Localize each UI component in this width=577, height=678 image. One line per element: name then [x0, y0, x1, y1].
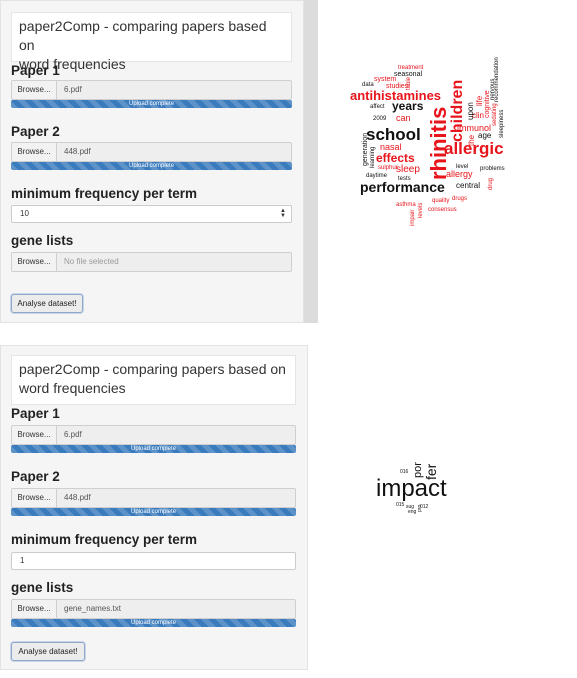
wordcloud-word: central — [456, 181, 481, 190]
app-title-line1: paper2Comp - comparing papers based on — [19, 18, 267, 53]
wordcloud-word: can — [396, 113, 411, 123]
wordcloud-top: treatment seasonal system studies data a… — [340, 57, 520, 230]
gene-progress-bar: Upload complete — [11, 619, 296, 627]
gene-lists-label: gene lists — [11, 580, 74, 595]
wordcloud-word: sleep — [396, 164, 420, 175]
wordcloud-word: effects — [376, 151, 415, 165]
paper2-file-name: 448.pdf — [57, 142, 292, 162]
analyse-button[interactable]: Analyse dataset! — [11, 294, 83, 313]
wordcloud-word: performance — [360, 179, 445, 195]
wordcloud-word: sleepiness — [499, 109, 505, 138]
wordcloud-word: recommendation — [494, 57, 500, 102]
app-title-line2: word frequencies — [19, 380, 126, 396]
gene-lists-label: gene lists — [11, 233, 74, 248]
wordcloud-word: affect — [370, 104, 385, 110]
paper2-file-name: 448.pdf — [57, 488, 296, 508]
app-title: paper2Comp - comparing papers based on w… — [11, 12, 292, 72]
wordcloud-word: 015 — [396, 502, 405, 508]
paper2-progress-text: Upload complete — [130, 509, 177, 515]
paper1-progress-bar: Upload complete — [11, 100, 292, 108]
wordcloud-word: system — [374, 76, 397, 83]
wordcloud-word: eng — [408, 509, 417, 515]
gene-file-input[interactable]: Browse... gene_names.txt — [11, 599, 296, 619]
paper2-browse-button[interactable]: Browse... — [11, 142, 57, 162]
gene-browse-button[interactable]: Browse... — [11, 599, 57, 619]
app-title-bottom: paper2Comp - comparing papers based on w… — [11, 355, 296, 405]
wordcloud-word: school — [366, 125, 421, 144]
gene-browse-button[interactable]: Browse... — [11, 252, 57, 272]
wordcloud-bottom: por fer 016 impact 015 sug eng 012 pro — [370, 450, 480, 530]
app-title-line1: paper2Comp - comparing papers based on — [19, 361, 286, 377]
wordcloud-word: children — [449, 79, 466, 142]
minfreq-label: minimum frequency per term — [11, 532, 198, 547]
spinner-icon[interactable]: ▲ ▼ — [280, 208, 286, 219]
wordcloud-word: age — [478, 131, 492, 140]
gene-file-input[interactable]: Browse... No file selected — [11, 252, 292, 272]
paper2-progress-bar: Upload complete — [11, 162, 292, 170]
minfreq-value: 1 — [20, 556, 25, 565]
paper1-label: Paper 1 — [11, 63, 60, 78]
wordcloud-word: sedating — [492, 103, 498, 126]
paper1-file-input[interactable]: Browse... 6.pdf — [11, 80, 292, 100]
wordcloud-word: impact — [376, 475, 447, 502]
scroll-divider-top — [304, 0, 318, 323]
wordcloud-word: pro — [417, 504, 423, 512]
wordcloud-word: consensus — [428, 207, 457, 213]
wordcloud-word: life — [475, 95, 484, 106]
gene-progress-text: Upload complete — [130, 620, 177, 626]
paper2-browse-button[interactable]: Browse... — [11, 488, 57, 508]
wordcloud-word: quality — [432, 198, 450, 204]
minfreq-input[interactable]: 1 — [11, 552, 296, 570]
wordcloud-word: generation — [362, 132, 369, 166]
paper2-progress-bar: Upload complete — [11, 508, 296, 516]
wordcloud-word: sulphur — [378, 165, 398, 171]
wordcloud-word: rhinitis — [426, 106, 451, 180]
wordcloud-word: table — [406, 76, 412, 90]
minfreq-label: minimum frequency per term — [11, 186, 198, 201]
wordcloud-word: years — [392, 99, 424, 113]
paper1-progress-text: Upload complete — [130, 446, 177, 452]
paper1-browse-button[interactable]: Browse... — [11, 80, 57, 100]
gene-file-name: gene_names.txt — [57, 599, 296, 619]
paper2-file-input[interactable]: Browse... 448.pdf — [11, 142, 292, 162]
gene-file-placeholder: No file selected — [57, 252, 292, 272]
paper1-browse-button[interactable]: Browse... — [11, 425, 57, 445]
wordcloud-word: learning — [370, 146, 376, 168]
minfreq-input[interactable]: 10 ▲ ▼ — [11, 205, 292, 223]
paper1-file-name: 6.pdf — [57, 80, 292, 100]
paper1-file-name: 6.pdf — [57, 425, 296, 445]
paper1-progress-text: Upload complete — [128, 101, 175, 107]
wordcloud-word: asthma — [396, 202, 416, 208]
wordcloud-word: levels — [418, 202, 424, 218]
analyse-button[interactable]: Analyse dataset! — [11, 642, 85, 661]
wordcloud-word: the — [467, 134, 476, 146]
wordcloud-word: problems — [480, 166, 505, 172]
wordcloud-word: impair — [410, 209, 416, 226]
minfreq-value: 10 — [20, 209, 29, 218]
wordcloud-word: upon — [466, 102, 475, 120]
wordcloud-word: drug — [488, 177, 494, 190]
paper2-progress-text: Upload complete — [128, 163, 175, 169]
paper1-progress-bar: Upload complete — [11, 445, 296, 453]
paper2-label: Paper 2 — [11, 124, 60, 139]
paper2-label: Paper 2 — [11, 469, 60, 484]
paper1-file-input[interactable]: Browse... 6.pdf — [11, 425, 296, 445]
wordcloud-word: drugs — [452, 196, 468, 202]
paper2-file-input[interactable]: Browse... 448.pdf — [11, 488, 296, 508]
wordcloud-word: 2009 — [373, 116, 387, 122]
paper1-label: Paper 1 — [11, 406, 60, 421]
